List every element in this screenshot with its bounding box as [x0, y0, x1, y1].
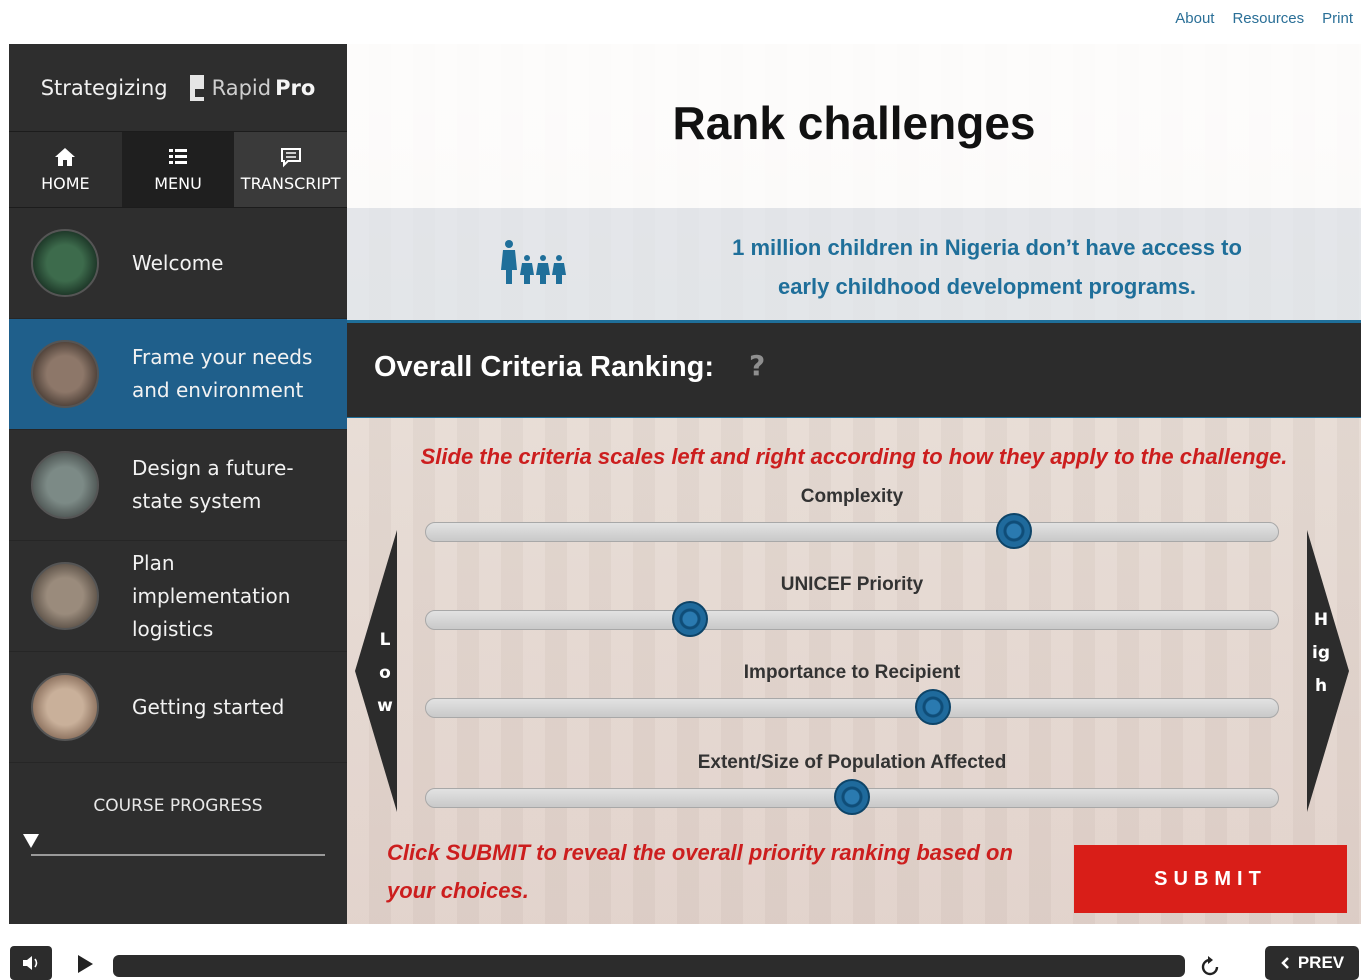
tab-home[interactable]: HOME — [9, 132, 122, 207]
slider-handle[interactable] — [995, 513, 1032, 549]
slider-handle[interactable] — [914, 689, 951, 725]
plan-logistics-thumbnail — [31, 562, 99, 630]
slider-track[interactable] — [425, 513, 1279, 549]
slider-label: Importance to Recipient — [743, 662, 961, 683]
volume-button[interactable] — [10, 946, 52, 980]
slider-track[interactable] — [425, 601, 1279, 637]
slider-extent-population: Extent/Size of Population Affected — [425, 752, 1279, 815]
sidebar-item-label: Design a future-state system — [132, 456, 294, 513]
tab-transcript-label: TRANSCRIPT — [240, 174, 341, 193]
slider-importance-recipient: Importance to Recipient — [425, 662, 1279, 725]
stat-text: 1 million children in Nigeria don’t have… — [732, 235, 1242, 299]
play-icon[interactable] — [78, 955, 93, 973]
logo-text-rapid: Rapid — [211, 75, 272, 100]
prev-label: PREV — [1297, 953, 1345, 972]
list-icon — [169, 149, 187, 164]
frame-needs-thumbnail — [31, 340, 99, 408]
brand-header: Strategizing Rapid Pro — [9, 44, 347, 132]
slider-complexity: Complexity — [425, 486, 1279, 549]
prev-button[interactable]: PREV — [1265, 946, 1359, 980]
slider-instruction: Slide the criteria scales left and right… — [420, 444, 1288, 469]
tab-home-label: HOME — [41, 174, 90, 193]
submit-note: Click SUBMIT to reveal the overall prior… — [387, 840, 1013, 903]
logo-text-pro: Pro — [275, 75, 316, 100]
main-content: Rank challenges 1 million children in Ni… — [347, 44, 1361, 924]
print-link[interactable]: Print — [1322, 10, 1353, 27]
slider-track[interactable] — [425, 689, 1279, 725]
sidebar: Strategizing Rapid Pro HOME MENU TRANSCRI… — [9, 44, 348, 924]
sidebar-item-label: Getting started — [132, 694, 285, 719]
high-label: High — [1312, 610, 1330, 696]
ranking-bar: Overall Criteria Ranking: ? — [347, 320, 1361, 418]
chat-icon — [280, 148, 301, 168]
sidebar-item-plan-logistics[interactable]: Plan implementation logistics — [9, 541, 347, 652]
sidebar-item-welcome[interactable]: Welcome — [9, 208, 347, 319]
family-icon — [501, 240, 566, 284]
nav-tabs: HOME MENU TRANSCRIPT — [9, 132, 348, 208]
seek-bar[interactable] — [113, 955, 1185, 977]
rapidpro-logo: Rapid Pro — [189, 74, 316, 101]
slider-handle[interactable] — [672, 601, 709, 637]
getting-started-thumbnail — [31, 673, 99, 741]
welcome-thumbnail — [31, 229, 99, 297]
about-link[interactable]: About — [1175, 10, 1214, 27]
sidebar-item-label: Plan implementation logistics — [132, 550, 291, 641]
page-title: Rank challenges — [672, 97, 1036, 149]
rapidpro-logo-mark-icon — [189, 74, 208, 101]
sidebar-item-getting-started[interactable]: Getting started — [9, 652, 347, 763]
slider-label: Complexity — [800, 486, 904, 507]
home-icon — [55, 148, 76, 166]
low-label: Low — [377, 630, 393, 716]
chevron-left-icon — [1281, 957, 1289, 969]
stat-band: 1 million children in Nigeria don’t have… — [347, 208, 1361, 320]
replay-icon[interactable] — [1198, 955, 1222, 979]
slider-track[interactable] — [425, 779, 1279, 815]
course-progress-label: COURSE PROGRESS — [93, 796, 263, 816]
tab-menu[interactable]: MENU — [121, 132, 235, 207]
tab-menu-label: MENU — [154, 174, 202, 193]
slider-handle[interactable] — [834, 779, 870, 815]
course-title: Strategizing — [40, 75, 168, 100]
slider-label: Extent/Size of Population Affected — [697, 752, 1007, 773]
sidebar-item-label: Welcome — [132, 250, 224, 275]
sidebar-item-label: Frame your needs and environment — [132, 345, 313, 402]
course-progress-bar — [31, 854, 325, 856]
speaker-icon — [23, 956, 38, 970]
progress-marker-icon — [23, 834, 39, 848]
slider-unicef-priority: UNICEF Priority — [425, 574, 1279, 637]
ranking-help-button[interactable]: ? — [749, 349, 765, 382]
resources-link[interactable]: Resources — [1232, 10, 1304, 27]
design-future-thumbnail — [31, 451, 99, 519]
sidebar-item-frame-needs[interactable]: Frame your needs and environment — [9, 319, 347, 430]
sidebar-item-design-future[interactable]: Design a future-state system — [9, 430, 347, 541]
slider-label: UNICEF Priority — [780, 574, 924, 595]
tab-transcript[interactable]: TRANSCRIPT — [234, 132, 348, 207]
top-links: About Resources Print — [1175, 10, 1353, 27]
submit-button[interactable]: SUBMIT — [1074, 845, 1347, 913]
ranking-title: Overall Criteria Ranking: — [374, 351, 715, 383]
